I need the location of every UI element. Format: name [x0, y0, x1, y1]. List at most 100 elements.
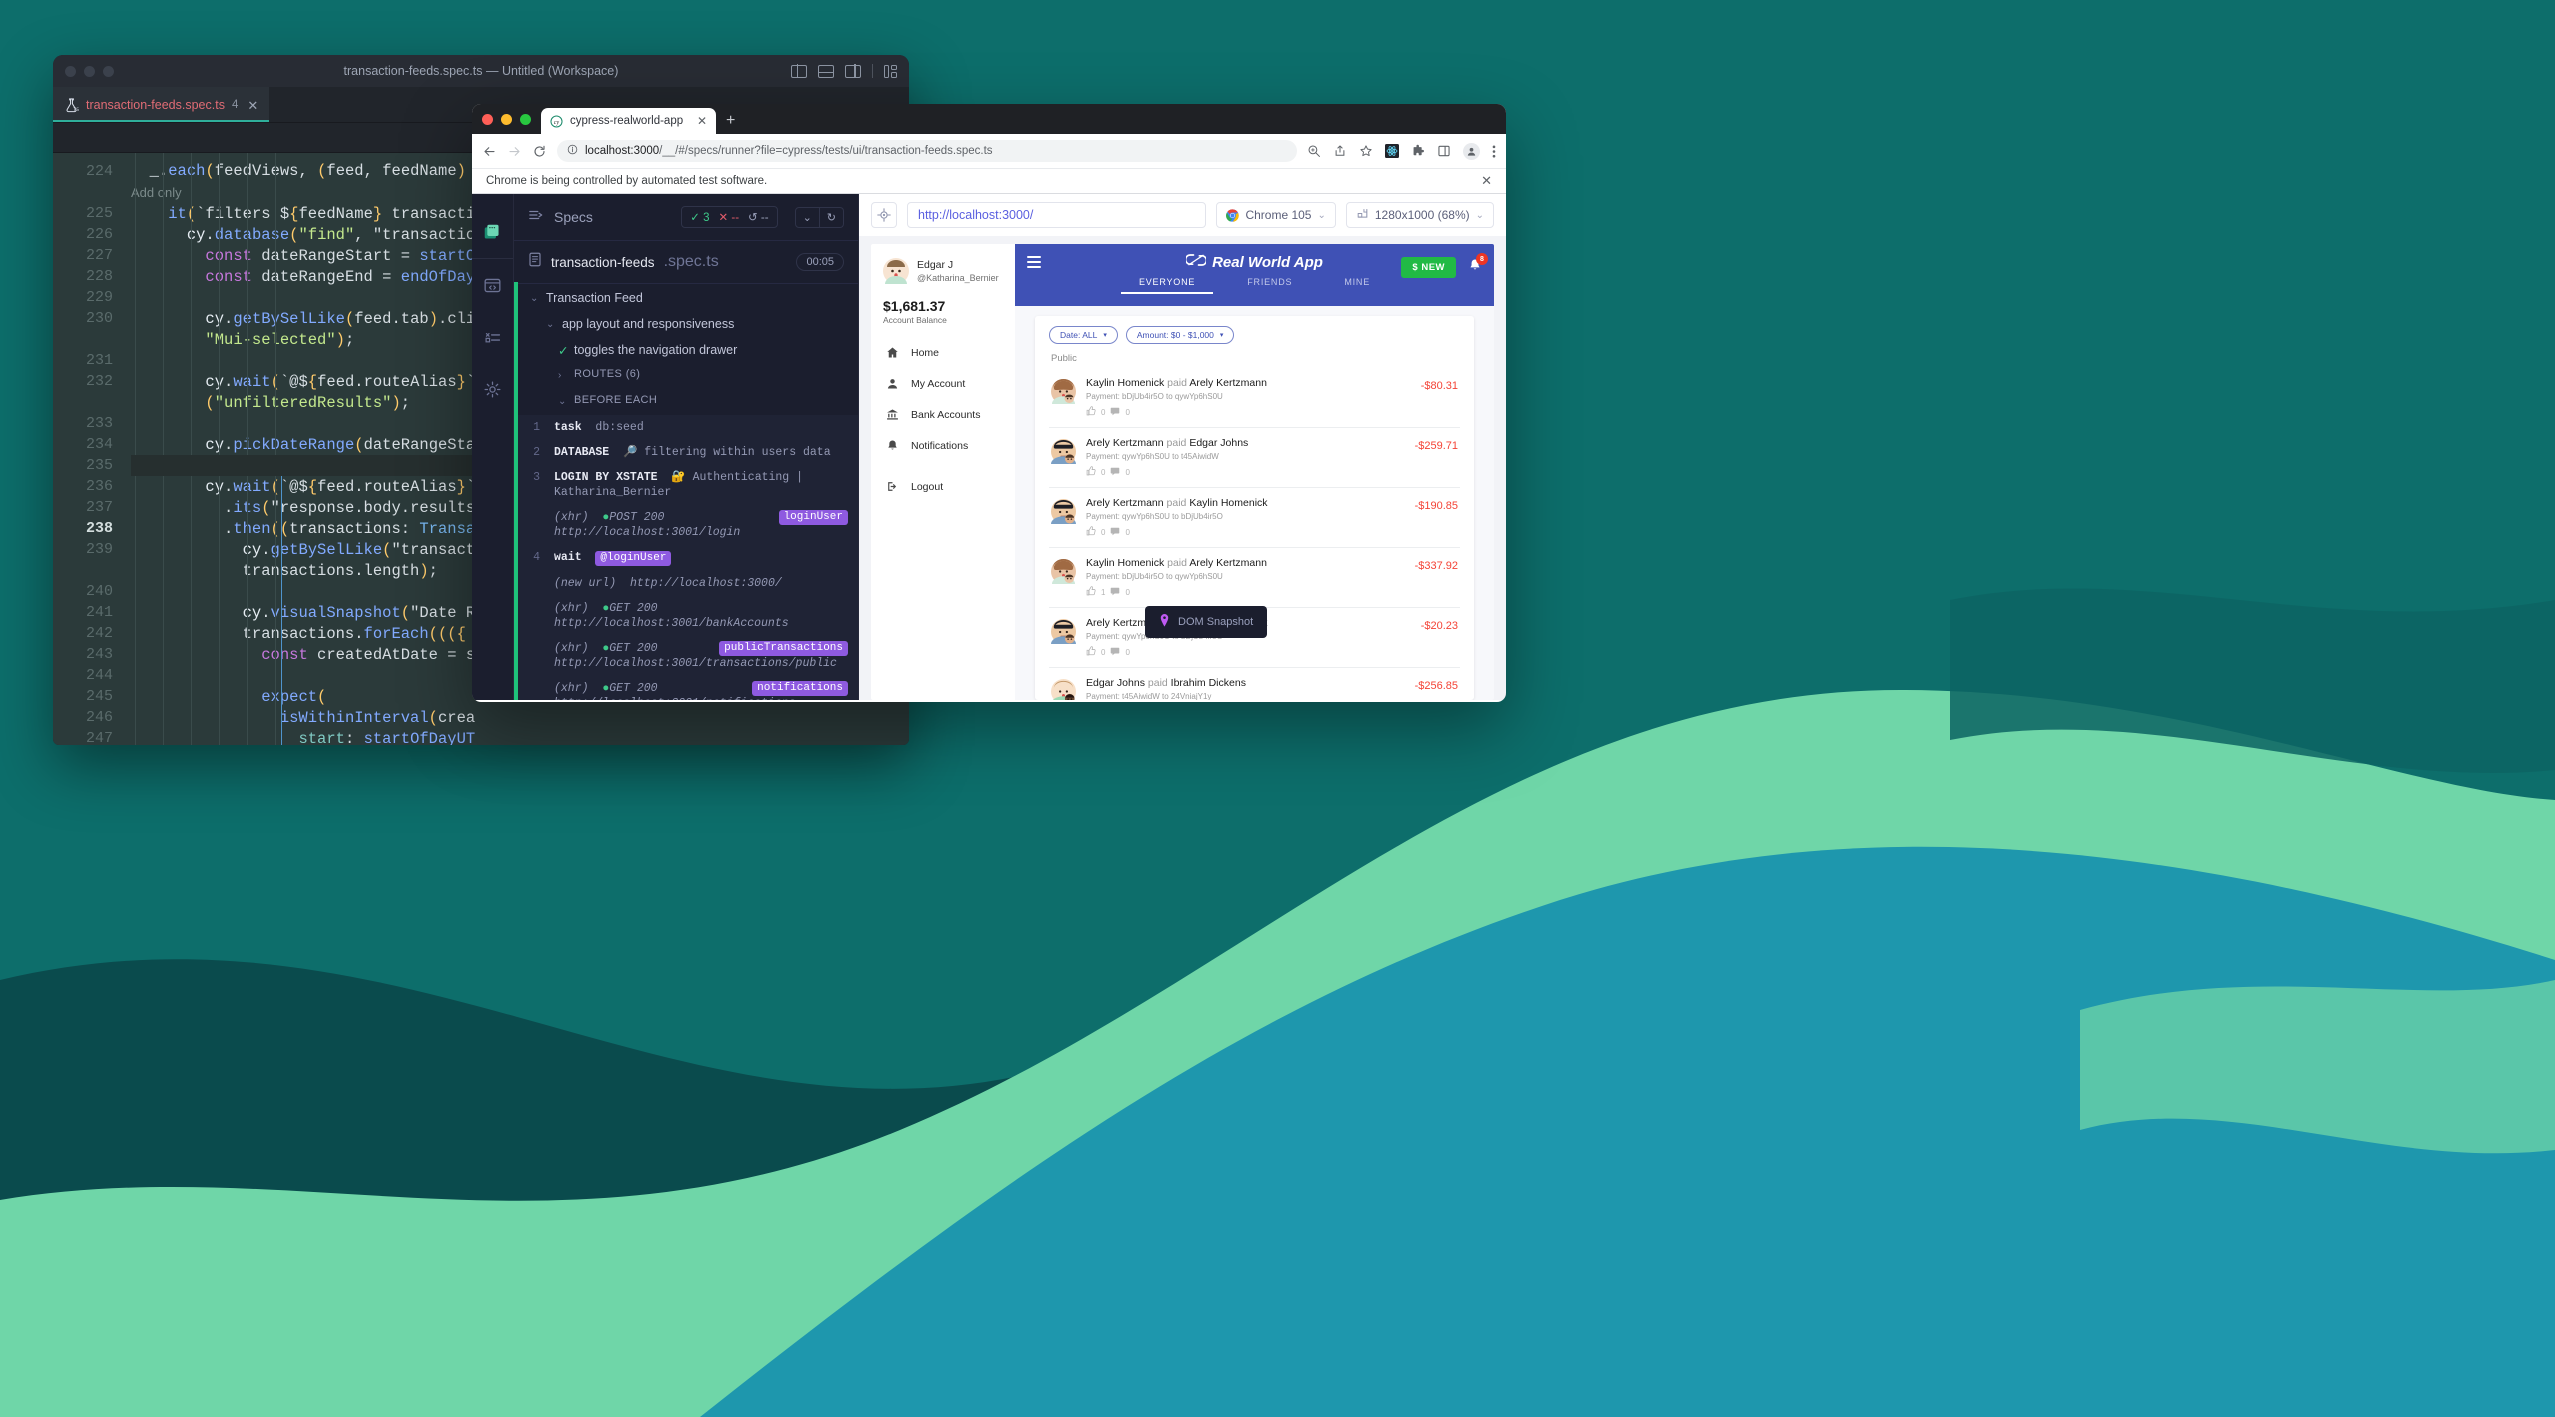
- comment-icon[interactable]: [1110, 406, 1120, 418]
- rwa-user-block[interactable]: Edgar J @Katharina_Bernier: [871, 258, 1015, 298]
- close-window-dot[interactable]: [65, 65, 76, 77]
- share-icon[interactable]: [1333, 144, 1347, 158]
- aut-toolbar[interactable]: http://localhost:3000/ Chrome 105 ⌄ 1280…: [859, 194, 1506, 236]
- transaction-engagement[interactable]: 00: [1086, 466, 1405, 478]
- transaction-sender[interactable]: Arely Kertzmann: [1086, 497, 1164, 509]
- test-suite-item[interactable]: ⌄ BEFORE EACH: [514, 389, 858, 415]
- chrome-traffic-lights[interactable]: [482, 114, 531, 134]
- browser-toolbar-icons[interactable]: [1307, 142, 1496, 160]
- chevron-icon[interactable]: ⌄: [558, 394, 568, 410]
- test-suite-item[interactable]: › ROUTES (6): [514, 363, 858, 389]
- sidenav-item-bank-accounts[interactable]: Bank Accounts: [871, 399, 1015, 430]
- code-line[interactable]: ("unfilteredResults");: [131, 394, 410, 412]
- specs-list-icon[interactable]: [528, 208, 544, 227]
- rwa-appbar[interactable]: Real World App EVERYONE FRIENDS MINE $ NEW…: [1015, 244, 1494, 306]
- transaction-list[interactable]: Kaylin Homenick paid Arely Kertzmann Paym…: [1049, 368, 1460, 700]
- code-line[interactable]: transactions.length);: [131, 562, 438, 580]
- browser-tab[interactable]: cy cypress-realworld-app ✕: [541, 108, 716, 134]
- viewport-selector[interactable]: 1280x1000 (68%) ⌄: [1345, 202, 1494, 228]
- browser-tabstrip[interactable]: cy cypress-realworld-app ✕ +: [472, 104, 1506, 134]
- reporter-controls[interactable]: ⌄ ↻: [794, 206, 844, 228]
- debug-icon[interactable]: [472, 311, 513, 363]
- comment-icon[interactable]: [1110, 646, 1120, 658]
- reporter-header[interactable]: Specs ✓ 3 ✕ -- ↺ -- ⌄ ↻: [514, 194, 858, 238]
- transaction-item[interactable]: Arely Kertzmann paid Edgar Johns Payment:…: [1049, 428, 1460, 488]
- feed-tab-friends[interactable]: FRIENDS: [1221, 277, 1318, 294]
- browser-selector[interactable]: Chrome 105 ⌄: [1216, 202, 1336, 228]
- transaction-item[interactable]: Edgar Johns paid Ibrahim Dickens Payment:…: [1049, 668, 1460, 700]
- rwa-nav[interactable]: Home My Account Bank Accounts Notifications…: [871, 337, 1015, 502]
- window-traffic-lights[interactable]: [65, 65, 114, 77]
- transaction-item[interactable]: Kaylin Homenick paid Arely Kertzmann Paym…: [1049, 368, 1460, 428]
- code-line[interactable]: const dateRangeStart = startO: [131, 247, 475, 265]
- address-bar[interactable]: localhost:3000/__/#/specs/runner?file=cy…: [557, 140, 1297, 162]
- code-line[interactable]: cy.pickDateRange(dateRangeSta: [131, 436, 475, 454]
- select-element-icon[interactable]: [871, 202, 897, 228]
- zoom-icon[interactable]: [1307, 144, 1321, 158]
- sidenav-item-notifications[interactable]: Notifications: [871, 430, 1015, 461]
- test-suite-item[interactable]: ⌄ app layout and responsiveness: [514, 312, 858, 338]
- rwa-feed-content[interactable]: Date: ALL ▾ Amount: $0 - $1,000 ▾ Public Ka…: [1015, 306, 1494, 700]
- code-line[interactable]: const dateRangeEnd = endOfDay: [131, 268, 475, 286]
- side-panel-icon[interactable]: [1437, 144, 1451, 158]
- transaction-receiver[interactable]: Edgar Johns: [1189, 437, 1248, 449]
- hamburger-menu-icon[interactable]: [1027, 256, 1041, 271]
- transaction-engagement[interactable]: 10: [1086, 586, 1405, 598]
- chevron-icon[interactable]: ⌄: [530, 291, 540, 307]
- command-block[interactable]: 1 task db:seed 2 DATABASE 🔎 filtering withi…: [514, 415, 858, 700]
- test-suite-item[interactable]: ⌄ Transaction Feed: [514, 286, 858, 312]
- aut-url-bar[interactable]: http://localhost:3000/: [907, 202, 1207, 228]
- profile-avatar-icon[interactable]: [1463, 142, 1480, 160]
- specs-icon[interactable]: [472, 206, 513, 258]
- code-line[interactable]: start: startOfDayUT: [131, 730, 475, 745]
- new-transaction-button[interactable]: $ NEW: [1401, 257, 1456, 278]
- like-icon[interactable]: [1086, 526, 1096, 538]
- code-line[interactable]: cy.getBySelLike(feed.tab).cli: [131, 310, 475, 328]
- settings-icon[interactable]: [472, 363, 513, 415]
- code-line[interactable]: _.each(feedViews, (feed, feedName): [131, 162, 466, 180]
- forward-arrow-icon[interactable]: [507, 144, 522, 159]
- transaction-sender[interactable]: Edgar Johns: [1086, 677, 1145, 689]
- minimize-window-dot[interactable]: [501, 114, 512, 125]
- like-icon[interactable]: [1086, 406, 1096, 418]
- like-icon[interactable]: [1086, 586, 1096, 598]
- close-window-dot[interactable]: [482, 114, 493, 125]
- codelens-add-only[interactable]: Add only: [131, 185, 182, 200]
- close-icon[interactable]: ✕: [1481, 173, 1492, 189]
- transaction-list-card[interactable]: Date: ALL ▾ Amount: $0 - $1,000 ▾ Public Ka…: [1035, 316, 1474, 700]
- transaction-sender[interactable]: Kaylin Homenick: [1086, 377, 1164, 389]
- command-row[interactable]: (new url) http://localhost:3000/: [514, 571, 858, 596]
- chrome-menu-icon[interactable]: [1492, 144, 1496, 159]
- code-line[interactable]: cy.wait(`@${feed.routeAlias}`: [131, 478, 475, 496]
- rwa-sidebar[interactable]: Edgar J @Katharina_Bernier $1,681.37 Acc…: [871, 244, 1015, 700]
- code-line[interactable]: it(`filters ${feedName} transacti: [131, 205, 475, 223]
- editor-layout-controls[interactable]: [791, 64, 897, 78]
- command-row[interactable]: 3 LOGIN BY XSTATE 🔐 Authenticating | Kath…: [514, 465, 858, 505]
- code-line[interactable]: cy.database("find", "transactio: [131, 226, 475, 244]
- customize-layout-icon[interactable]: [884, 64, 897, 78]
- transaction-receiver[interactable]: Arely Kertzmann: [1189, 377, 1267, 389]
- feed-tab-mine[interactable]: MINE: [1318, 277, 1396, 294]
- command-row[interactable]: notifications(xhr) ●GET 200http://localh…: [514, 676, 858, 700]
- new-tab-button[interactable]: +: [716, 112, 745, 134]
- test-reporter-panel[interactable]: Specs ✓ 3 ✕ -- ↺ -- ⌄ ↻ transaction-feed…: [514, 194, 859, 700]
- minimize-window-dot[interactable]: [84, 65, 95, 77]
- code-line[interactable]: const createdAtDate = s: [131, 646, 475, 664]
- transaction-item[interactable]: Arely Kertzmann paid Kaylin Homenick Paym…: [1049, 488, 1460, 548]
- test-item[interactable]: ✓ toggles the navigation drawer: [514, 338, 858, 363]
- code-line[interactable]: isWithinInterval(crea: [131, 709, 475, 727]
- code-line[interactable]: "Mui-selected");: [131, 331, 354, 349]
- toggle-secondary-sidebar-icon[interactable]: [845, 64, 861, 78]
- bell-icon[interactable]: 8: [1468, 253, 1488, 277]
- bookmark-star-icon[interactable]: [1359, 144, 1373, 158]
- command-row[interactable]: loginUser (xhr) ●POST 200 http://localhos…: [514, 505, 858, 545]
- chevron-down-icon[interactable]: ⌄: [1476, 210, 1484, 221]
- transaction-engagement[interactable]: 00: [1086, 406, 1411, 418]
- chevron-down-icon[interactable]: ⌄: [794, 206, 820, 228]
- transaction-receiver[interactable]: Arely Kertzmann: [1189, 557, 1267, 569]
- comment-icon[interactable]: [1110, 586, 1120, 598]
- back-arrow-icon[interactable]: [482, 144, 497, 159]
- close-tab-icon[interactable]: ✕: [697, 114, 707, 128]
- extensions-puzzle-icon[interactable]: [1411, 144, 1425, 158]
- transaction-filters[interactable]: Date: ALL ▾ Amount: $0 - $1,000 ▾: [1049, 326, 1460, 344]
